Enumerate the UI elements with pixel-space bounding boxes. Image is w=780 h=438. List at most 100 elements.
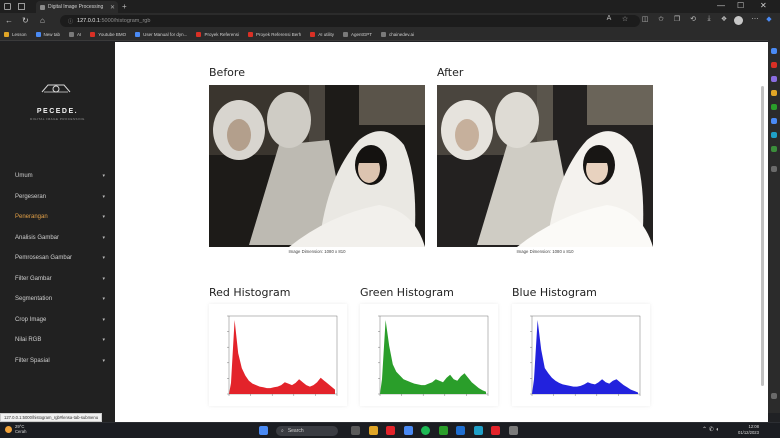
- drop-icon[interactable]: [771, 132, 777, 138]
- weather-widget[interactable]: 29°C Cerah: [5, 424, 26, 434]
- chevron-down-icon: ▾: [102, 214, 105, 221]
- minimize-icon[interactable]: —: [717, 1, 725, 10]
- edge-sidebar: [768, 29, 780, 413]
- favorites-icon[interactable]: ✩: [656, 15, 666, 25]
- sidebar-item-crop-image[interactable]: Crop Image ▾: [0, 310, 115, 331]
- outlook-icon[interactable]: [771, 118, 777, 124]
- sidebar-item-penerangan[interactable]: Penerangan ▾: [0, 207, 115, 228]
- vscode-icon[interactable]: [456, 426, 465, 435]
- tools-icon[interactable]: [771, 76, 777, 82]
- histogram-area: [229, 320, 335, 394]
- bookmark-item[interactable]: AI utility: [310, 32, 334, 37]
- bookmark-item[interactable]: Youtube BMO: [90, 32, 126, 37]
- scrollbar-thumb[interactable]: [761, 86, 764, 386]
- sidebar-item-pergeseran[interactable]: Pergeseran ▾: [0, 187, 115, 208]
- bookmark-item[interactable]: AgentGPT: [343, 32, 372, 37]
- bookmark-item[interactable]: New tab: [35, 32, 60, 37]
- green-histogram-plot: [378, 315, 489, 396]
- sidebar-item-analisis-gambar[interactable]: Analisis Gambar ▾: [0, 228, 115, 249]
- clock-date: 01/12/2023: [738, 429, 759, 435]
- shopping-icon[interactable]: [771, 62, 777, 68]
- bookmark-item[interactable]: Proyek Referensi: [196, 32, 239, 37]
- new-tab-icon[interactable]: +: [122, 2, 127, 11]
- favorite-star-icon[interactable]: ☆: [620, 15, 630, 25]
- sidebar-app-icon[interactable]: [771, 146, 777, 152]
- downloads-icon[interactable]: ⤓: [704, 15, 714, 25]
- tab-actions-icon[interactable]: [18, 3, 25, 10]
- tab-favicon-icon: [40, 4, 45, 10]
- extensions-icon[interactable]: ❖: [719, 15, 729, 25]
- profile-avatar[interactable]: [734, 16, 743, 25]
- workspaces-icon[interactable]: [4, 3, 11, 10]
- after-photo-illustration: [437, 85, 653, 247]
- sidebar-item-umum[interactable]: Umum ▾: [0, 166, 115, 187]
- before-title: Before: [209, 66, 245, 79]
- taskbar-app-icon-5[interactable]: [509, 426, 518, 435]
- browser-tab[interactable]: Digital Image Processing ✕: [36, 1, 118, 13]
- bookmark-item[interactable]: chainedev.ai: [381, 32, 414, 37]
- sidebar-item-filter-spasial[interactable]: Filter Spasial ▾: [0, 351, 115, 372]
- spotify-icon[interactable]: [421, 426, 430, 435]
- close-window-icon[interactable]: ✕: [760, 1, 767, 10]
- system-tray-icon[interactable]: ⌃ ✆ ◖: [702, 426, 719, 433]
- sidebar-item-segmentation[interactable]: Segmentation ▾: [0, 289, 115, 310]
- bookmark-favicon-icon: [135, 32, 141, 37]
- sidebar-item-filter-gambar[interactable]: Filter Gambar ▾: [0, 269, 115, 290]
- bookmark-label: Lesson: [12, 32, 27, 37]
- sidebar-item-label: Crop Image: [15, 316, 47, 323]
- office-icon[interactable]: [771, 104, 777, 110]
- bookmark-label: Youtube BMO: [98, 32, 127, 37]
- more-menu-icon[interactable]: ⋯: [750, 15, 760, 25]
- sidebar-menu: Umum ▾ Pergeseran ▾ Penerangan ▾ Analisis Gamb…: [0, 166, 115, 371]
- bookmark-item[interactable]: AI: [69, 32, 81, 37]
- green-histogram-title: Green Histogram: [360, 286, 454, 299]
- read-aloud-icon[interactable]: A: [604, 15, 614, 25]
- tab-close-icon[interactable]: ✕: [110, 4, 115, 11]
- sidebar-item-label: Segmentation: [15, 296, 53, 303]
- sidebar-item-label: Pergeseran: [15, 193, 47, 200]
- camera-logo-icon: [41, 84, 71, 93]
- bookmark-item[interactable]: Lesson: [4, 32, 27, 37]
- maximize-icon[interactable]: ☐: [737, 1, 744, 10]
- chevron-down-icon: ▾: [102, 316, 105, 323]
- taskbar-app-icon-1[interactable]: [386, 426, 395, 435]
- taskbar-app-icon-3[interactable]: [439, 426, 448, 435]
- sun-icon: [5, 425, 12, 433]
- url-path: :5000/histogram_rgb: [99, 18, 151, 24]
- collections-icon[interactable]: ❐: [672, 15, 682, 25]
- add-sidebar-app-icon[interactable]: [771, 166, 777, 172]
- green-histogram-card: [360, 304, 498, 406]
- taskbar-clock[interactable]: 12:08 01/12/2023: [738, 424, 759, 435]
- search-sidebar-icon[interactable]: [771, 48, 777, 54]
- taskbar-app-icon-4[interactable]: [491, 426, 500, 435]
- site-info-icon[interactable]: ⓘ: [68, 18, 73, 25]
- reload-icon[interactable]: ↻: [22, 16, 29, 25]
- history-icon[interactable]: ⟲: [688, 15, 698, 25]
- bookmark-favicon-icon: [196, 32, 202, 37]
- sidebar-item-nilai-rgb[interactable]: Nilai RGB ▾: [0, 330, 115, 351]
- sidebar-settings-icon[interactable]: [771, 393, 777, 399]
- bookmark-item[interactable]: User Manual for dyn...: [135, 32, 187, 37]
- chevron-down-icon: ▾: [102, 234, 105, 241]
- sidebar-item-label: Filter Spasial: [15, 357, 50, 364]
- after-title: After: [437, 66, 464, 79]
- copilot-icon[interactable]: ◆: [764, 15, 774, 25]
- taskbar-app-icon-2[interactable]: [404, 426, 413, 435]
- sidebar-item-pemrosesan-gambar[interactable]: Pemrosesan Gambar ▾: [0, 248, 115, 269]
- back-icon[interactable]: ←: [5, 16, 13, 25]
- taskbar-search-label: Search: [287, 428, 304, 434]
- bookmark-favicon-icon: [381, 32, 387, 37]
- taskbar-search[interactable]: ⌕ Search: [276, 426, 338, 436]
- bookmark-label: AI utility: [318, 32, 334, 37]
- split-screen-icon[interactable]: ◫: [640, 15, 650, 25]
- task-view-icon[interactable]: [351, 426, 360, 435]
- file-explorer-icon[interactable]: [369, 426, 378, 435]
- address-bar[interactable]: ⓘ 127.0.0.1 :5000/histogram_rgb: [60, 15, 640, 27]
- bookmark-item[interactable]: Proyek Referensi Berh: [247, 32, 301, 37]
- edge-icon[interactable]: [474, 426, 483, 435]
- start-icon[interactable]: [259, 426, 268, 435]
- home-icon[interactable]: ⌂: [40, 16, 45, 25]
- chevron-down-icon: ▾: [102, 337, 105, 344]
- games-icon[interactable]: [771, 90, 777, 96]
- chevron-down-icon: ▾: [102, 193, 105, 200]
